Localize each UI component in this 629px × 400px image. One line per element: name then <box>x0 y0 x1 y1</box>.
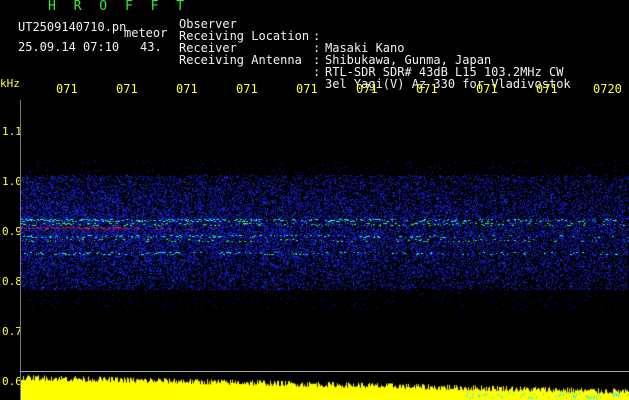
time-tick: 071 <box>356 82 378 96</box>
frequency-tick: 0.8 <box>2 275 22 288</box>
frequency-tick: 1.1 <box>2 125 22 138</box>
frequency-tick: 0.9 <box>2 225 22 238</box>
time-tick: 071 <box>536 82 558 96</box>
time-tick: 071 <box>416 82 438 96</box>
meteor-count: 43. <box>140 40 162 54</box>
spectrogram-canvas <box>20 100 629 400</box>
frequency-tick: 0.6 <box>2 375 22 388</box>
time-tick: 071 <box>236 82 258 96</box>
frequency-unit-label: kHz <box>0 77 20 90</box>
info-label: Receiving Antenna <box>179 53 302 67</box>
info-row-receiver: Receiver : RTL-SDR SDR# 43dB L15 103.2MH… <box>179 30 563 78</box>
app-title: H R O F F T <box>48 0 190 14</box>
meteor-label: meteor <box>124 26 168 40</box>
info-row-location: Receiving Location : Shibukawa, Gunma, J… <box>179 18 491 66</box>
info-row-antenna: Receiving Antenna : 3el Yagi(V) Az 330 f… <box>179 42 571 90</box>
frequency-tick: 1.0 <box>2 175 22 188</box>
info-row-observer: Observer : Masaki Kano <box>179 6 404 54</box>
time-tick: 071 <box>296 82 318 96</box>
info-colon: : <box>313 65 321 79</box>
time-tick: 0720 <box>593 82 622 96</box>
time-tick: 071 <box>476 82 498 96</box>
observation-datetime: 25.09.14 07:10 <box>18 40 120 54</box>
file-name: UT2509140710.pn <box>18 20 127 34</box>
time-tick: 071 <box>176 82 198 96</box>
hrofft-screen: H R O F F T UT2509140710.pn meteor 25.09… <box>0 0 629 400</box>
frequency-tick: 0.7 <box>2 325 22 338</box>
time-tick: 071 <box>56 82 78 96</box>
baseline-divider <box>20 371 629 372</box>
time-tick: 071 <box>116 82 138 96</box>
frequency-axis-line <box>20 100 21 400</box>
